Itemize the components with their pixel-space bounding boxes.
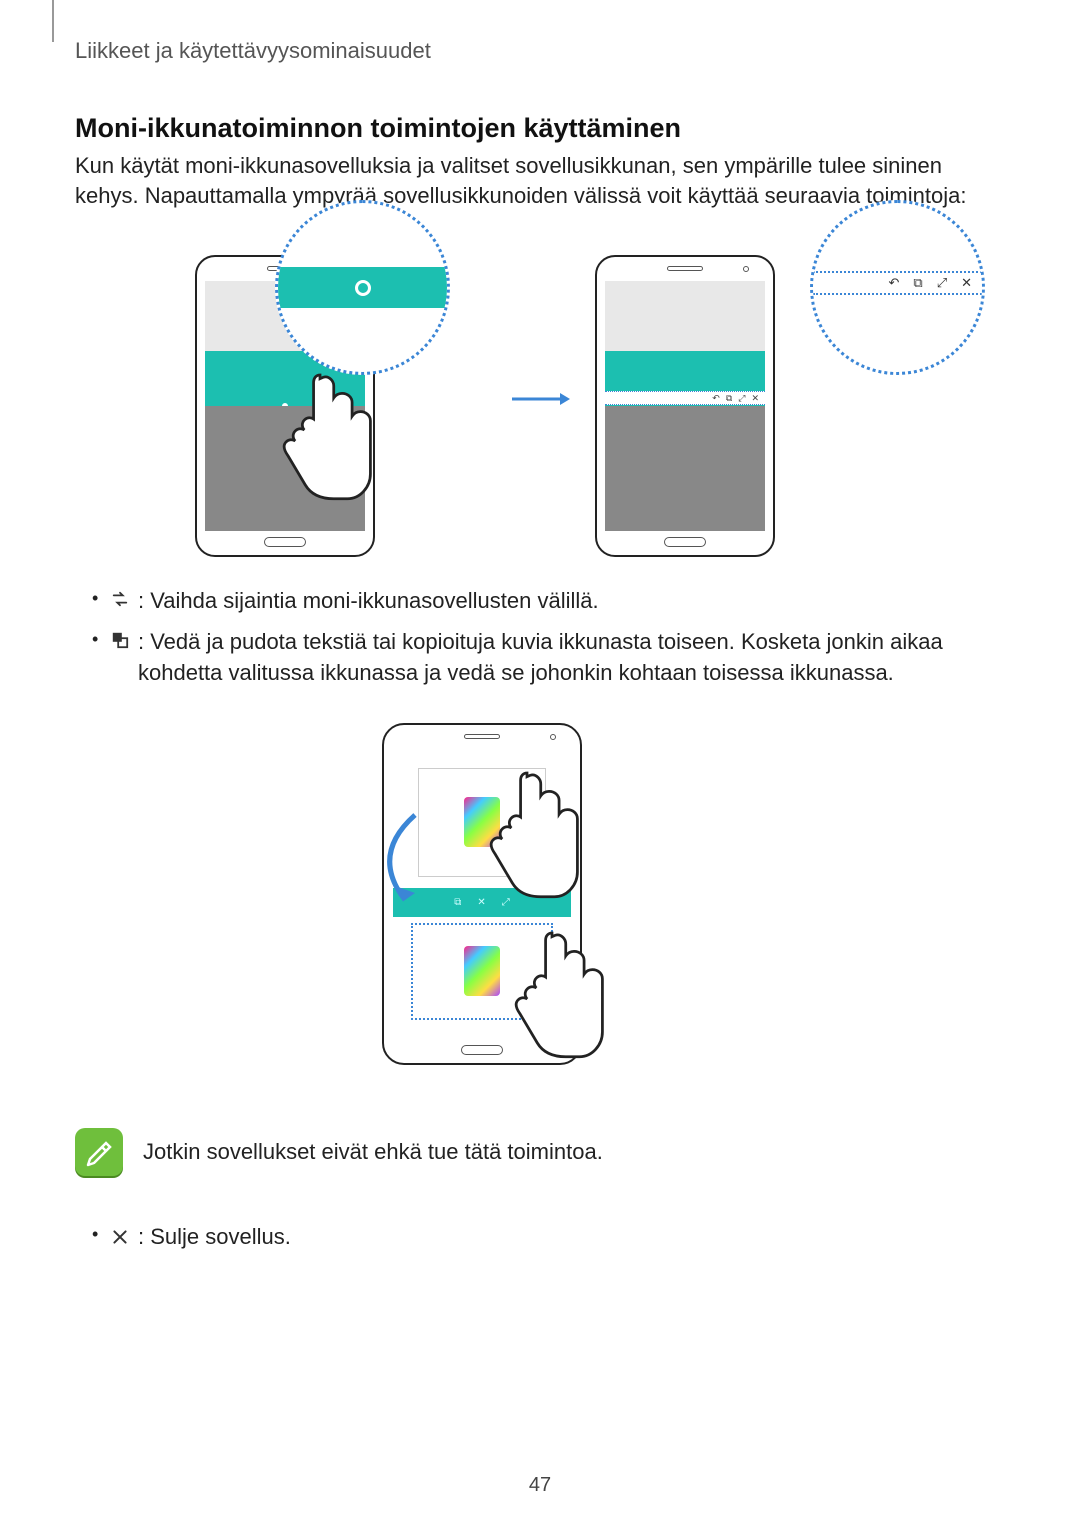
figure-drag-drop: ⧉✕⤢	[362, 713, 722, 1103]
close-icon	[110, 1227, 130, 1247]
page-border-decor	[52, 0, 54, 42]
maximize-icon: ⤢	[937, 275, 947, 291]
page-number: 47	[529, 1474, 551, 1497]
phone-frame: ↶ ⧉ ⤢ ✕	[595, 255, 775, 557]
phone-screen: ↶ ⧉ ⤢ ✕	[605, 281, 765, 531]
multiwindow-toolbar: ↶ ⧉ ⤢ ✕	[605, 391, 765, 405]
phone-home-button-icon	[664, 537, 706, 547]
drag-drop-icon	[110, 630, 130, 650]
final-bullet-list: : Sulje sovellus.	[92, 1224, 1002, 1250]
close-icon: ✕	[751, 393, 759, 404]
hand-hold-icon	[472, 753, 582, 903]
curved-arrow-icon	[360, 805, 430, 915]
hand-tap-icon	[265, 355, 375, 505]
arrow-right-icon	[505, 389, 575, 409]
magnifier-circle	[275, 200, 450, 375]
section-header: Liikkeet ja käytettävyysominaisuudet	[75, 38, 431, 64]
multiwindow-toolbar-magnified: ↶ ⧉ ⤢ ✕	[813, 271, 982, 295]
swap-icon: ↶	[712, 393, 720, 404]
drag-drop-icon: ⧉	[726, 393, 732, 404]
list-item-text: : Vaihda sijaintia moni-ikkunasovelluste…	[138, 588, 599, 613]
phone-camera-icon	[743, 266, 749, 272]
list-item: : Sulje sovellus.	[92, 1224, 1002, 1250]
phone-home-button-icon	[264, 537, 306, 547]
swap-icon	[110, 589, 130, 609]
action-bullet-list: : Vaihda sijaintia moni-ikkunasovelluste…	[92, 586, 1002, 698]
phone-speaker-icon	[667, 266, 703, 271]
list-item-text: : Vedä ja pudota tekstiä tai kopioituja …	[138, 629, 943, 685]
swap-icon: ↶	[888, 275, 899, 291]
magnifier-circle: ↶ ⧉ ⤢ ✕	[810, 200, 985, 375]
note-callout: Jotkin sovellukset eivät ehkä tue tätä t…	[75, 1128, 1015, 1176]
hand-drop-icon	[497, 913, 607, 1063]
drag-drop-icon: ⧉	[913, 275, 922, 291]
list-item: : Vedä ja pudota tekstiä tai kopioituja …	[92, 627, 1002, 689]
phone-speaker-icon	[464, 734, 500, 739]
list-item-text: : Sulje sovellus.	[138, 1224, 291, 1249]
intro-paragraph: Kun käytät moni-ikkunasovelluksia ja val…	[75, 151, 995, 210]
note-text: Jotkin sovellukset eivät ehkä tue tätä t…	[143, 1139, 603, 1165]
page-title: Moni-ikkunatoiminnon toimintojen käyttäm…	[75, 113, 681, 144]
note-icon	[75, 1128, 123, 1176]
figure-multiwindow-actions: ↶ ⧉ ⤢ ✕ ↶ ⧉ ⤢ ✕	[130, 225, 950, 573]
figure-phone-after: ↶ ⧉ ⤢ ✕ ↶ ⧉ ⤢ ✕	[595, 225, 885, 573]
maximize-icon: ⤢	[738, 393, 745, 404]
close-icon: ✕	[961, 275, 972, 291]
list-item: : Vaihda sijaintia moni-ikkunasovelluste…	[92, 586, 1002, 617]
thumbnail-icon	[464, 946, 500, 996]
phone-camera-icon	[550, 734, 556, 740]
figure-phone-before	[195, 225, 485, 573]
